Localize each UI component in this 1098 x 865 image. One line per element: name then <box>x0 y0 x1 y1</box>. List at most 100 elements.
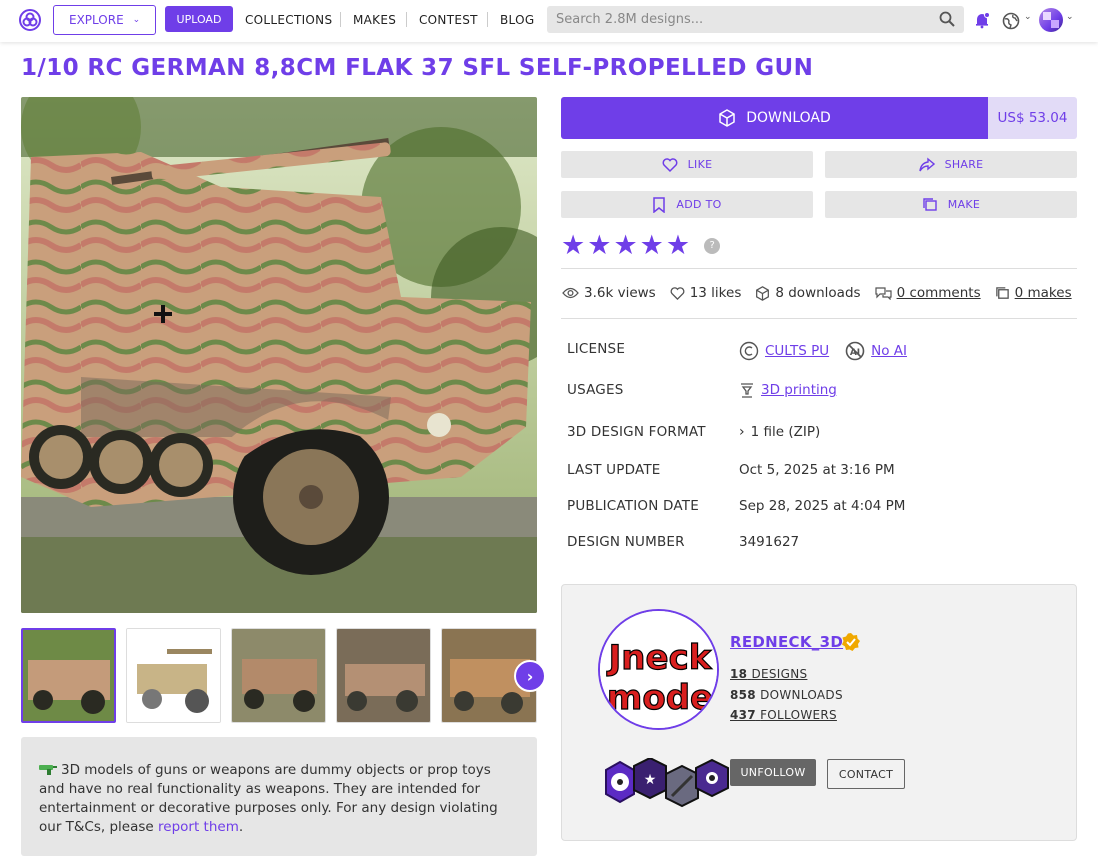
creator-name[interactable]: REDNECK_3D <box>730 633 843 651</box>
format-value[interactable]: › 1 file (ZIP) <box>739 424 820 440</box>
nav-blog[interactable]: BLOG <box>500 13 534 27</box>
badge-stripe-icon <box>665 764 699 808</box>
chevron-down-icon: ⌄ <box>132 15 141 25</box>
comments-link[interactable]: 0 comments <box>897 285 981 301</box>
copy-icon <box>995 286 1009 299</box>
share-icon <box>918 157 935 171</box>
downloads-count: 858 DOWNLOADS <box>730 688 843 702</box>
license-label: LICENSE <box>567 341 626 357</box>
comment-icon <box>874 287 892 300</box>
nav-collections[interactable]: COLLECTIONS <box>245 13 332 27</box>
followers-number: 437 <box>730 708 756 722</box>
box-icon <box>756 285 770 301</box>
star-icon[interactable]: ★ <box>613 232 637 259</box>
printer-nozzle-icon <box>741 383 753 398</box>
page-title: 1/10 RC GERMAN 8,8CM FLAK 37 SFL SELF-PR… <box>21 55 814 81</box>
nav-divider <box>340 12 341 27</box>
nav-makes[interactable]: MAKES <box>353 13 396 27</box>
no-ai-link[interactable]: No AI <box>871 343 907 359</box>
user-avatar[interactable] <box>1039 8 1063 32</box>
thumbnail-image <box>23 630 114 721</box>
followers-count[interactable]: 437 FOLLOWERS <box>730 708 837 722</box>
comments-stat[interactable]: 0 comments <box>874 285 981 301</box>
creator-badges: ★ <box>605 758 729 808</box>
thumbnail-image <box>232 629 325 722</box>
design-number-value: 3491627 <box>739 534 800 550</box>
downloads-stat: 8 downloads <box>755 285 861 301</box>
unfollow-button[interactable]: UNFOLLOW <box>730 759 816 786</box>
downloads-label: DOWNLOADS <box>760 688 843 702</box>
chevron-down-icon[interactable]: ⌄ <box>1066 12 1074 22</box>
chevron-right-icon: › <box>526 666 534 686</box>
cults-logo-icon[interactable] <box>18 8 42 32</box>
last-update-value: Oct 5, 2025 at 3:16 PM <box>739 462 895 478</box>
thumbnail-4[interactable] <box>336 628 431 723</box>
designs-number: 18 <box>730 667 748 681</box>
downloads-number: 858 <box>730 688 756 702</box>
globe-icon[interactable] <box>1002 12 1020 30</box>
star-icon[interactable]: ★ <box>587 232 611 259</box>
design-number-label: DESIGN NUMBER <box>567 534 685 550</box>
add-to-button[interactable]: ADD TO <box>561 191 813 218</box>
make-button[interactable]: MAKE <box>825 191 1077 218</box>
designs-count[interactable]: 18 DESIGNS <box>730 667 807 681</box>
star-icon[interactable]: ★ <box>561 232 585 259</box>
main-product-image[interactable] <box>21 97 537 613</box>
thumbnail-3[interactable] <box>231 628 326 723</box>
share-button[interactable]: SHARE <box>825 151 1077 178</box>
contact-button[interactable]: CONTACT <box>827 759 905 789</box>
search-input[interactable]: Search 2.8M designs... <box>547 6 964 33</box>
svg-text:AI: AI <box>850 348 860 358</box>
like-button[interactable]: LIKE <box>561 151 813 178</box>
upload-button[interactable]: UPLOAD <box>165 6 233 32</box>
makes-stat[interactable]: 0 makes <box>995 285 1072 301</box>
creator-card: Jneck mode REDNECK_3D 18 DESIGNS 858 DOW… <box>561 584 1077 841</box>
badge-soccer-icon <box>605 760 635 804</box>
top-header: EXPLORE ⌄ UPLOAD COLLECTIONS MAKES CONTES… <box>0 0 1098 42</box>
eye-icon <box>562 287 579 299</box>
nav-contest[interactable]: CONTEST <box>419 13 478 27</box>
nav-divider <box>487 12 488 27</box>
download-button[interactable]: DOWNLOAD <box>561 97 988 139</box>
followers-label: FOLLOWERS <box>760 708 837 722</box>
publication-date-label: PUBLICATION DATE <box>567 498 699 514</box>
copy-icon <box>923 197 937 211</box>
star-icon[interactable]: ★ <box>640 232 664 259</box>
thumbnail-image <box>127 629 220 722</box>
disclaimer-text: 3D models of guns or weapons are dummy o… <box>39 762 498 835</box>
help-icon[interactable]: ? <box>704 237 721 254</box>
chevron-down-icon[interactable]: ⌄ <box>1024 12 1032 22</box>
downloads-count: 8 downloads <box>775 285 861 301</box>
star-icon[interactable]: ★ <box>666 232 690 259</box>
creator-logo: Jneck mode <box>600 611 717 728</box>
weapon-disclaimer: 3D models of guns or weapons are dummy o… <box>21 737 537 856</box>
next-thumbnail-button[interactable]: › <box>514 660 546 692</box>
usages-label: USAGES <box>567 382 624 398</box>
thumbnail-1[interactable] <box>21 628 116 723</box>
likes-count: 13 likes <box>689 285 742 301</box>
explore-label: EXPLORE <box>69 13 124 27</box>
bell-icon[interactable] <box>973 11 991 29</box>
heart-icon <box>670 286 685 300</box>
report-link[interactable]: report them <box>158 819 239 835</box>
divider <box>561 318 1077 319</box>
thumbnail-2[interactable] <box>126 628 221 723</box>
divider <box>561 268 1077 269</box>
last-update-label: LAST UPDATE <box>567 462 661 478</box>
format-text: 1 file (ZIP) <box>750 424 821 440</box>
publication-date-value: Sep 28, 2025 at 4:04 PM <box>739 498 906 514</box>
svg-text:★: ★ <box>644 772 657 788</box>
bookmark-icon <box>653 196 666 213</box>
creator-avatar[interactable]: Jneck mode <box>598 609 719 730</box>
rating-stars[interactable]: ★ ★ ★ ★ ★ ? <box>561 232 721 259</box>
like-label: LIKE <box>687 158 713 171</box>
water-gun-icon <box>39 762 57 775</box>
license-link[interactable]: CULTS PU <box>765 343 829 359</box>
search-icon[interactable] <box>939 11 955 27</box>
usages-link[interactable]: 3D printing <box>761 382 837 398</box>
makes-link[interactable]: 0 makes <box>1015 285 1072 301</box>
svg-text:Jneck: Jneck <box>607 638 713 678</box>
no-ai-icon: AI <box>845 341 865 361</box>
likes-stat: 13 likes <box>670 285 742 301</box>
explore-dropdown[interactable]: EXPLORE ⌄ <box>53 5 156 35</box>
